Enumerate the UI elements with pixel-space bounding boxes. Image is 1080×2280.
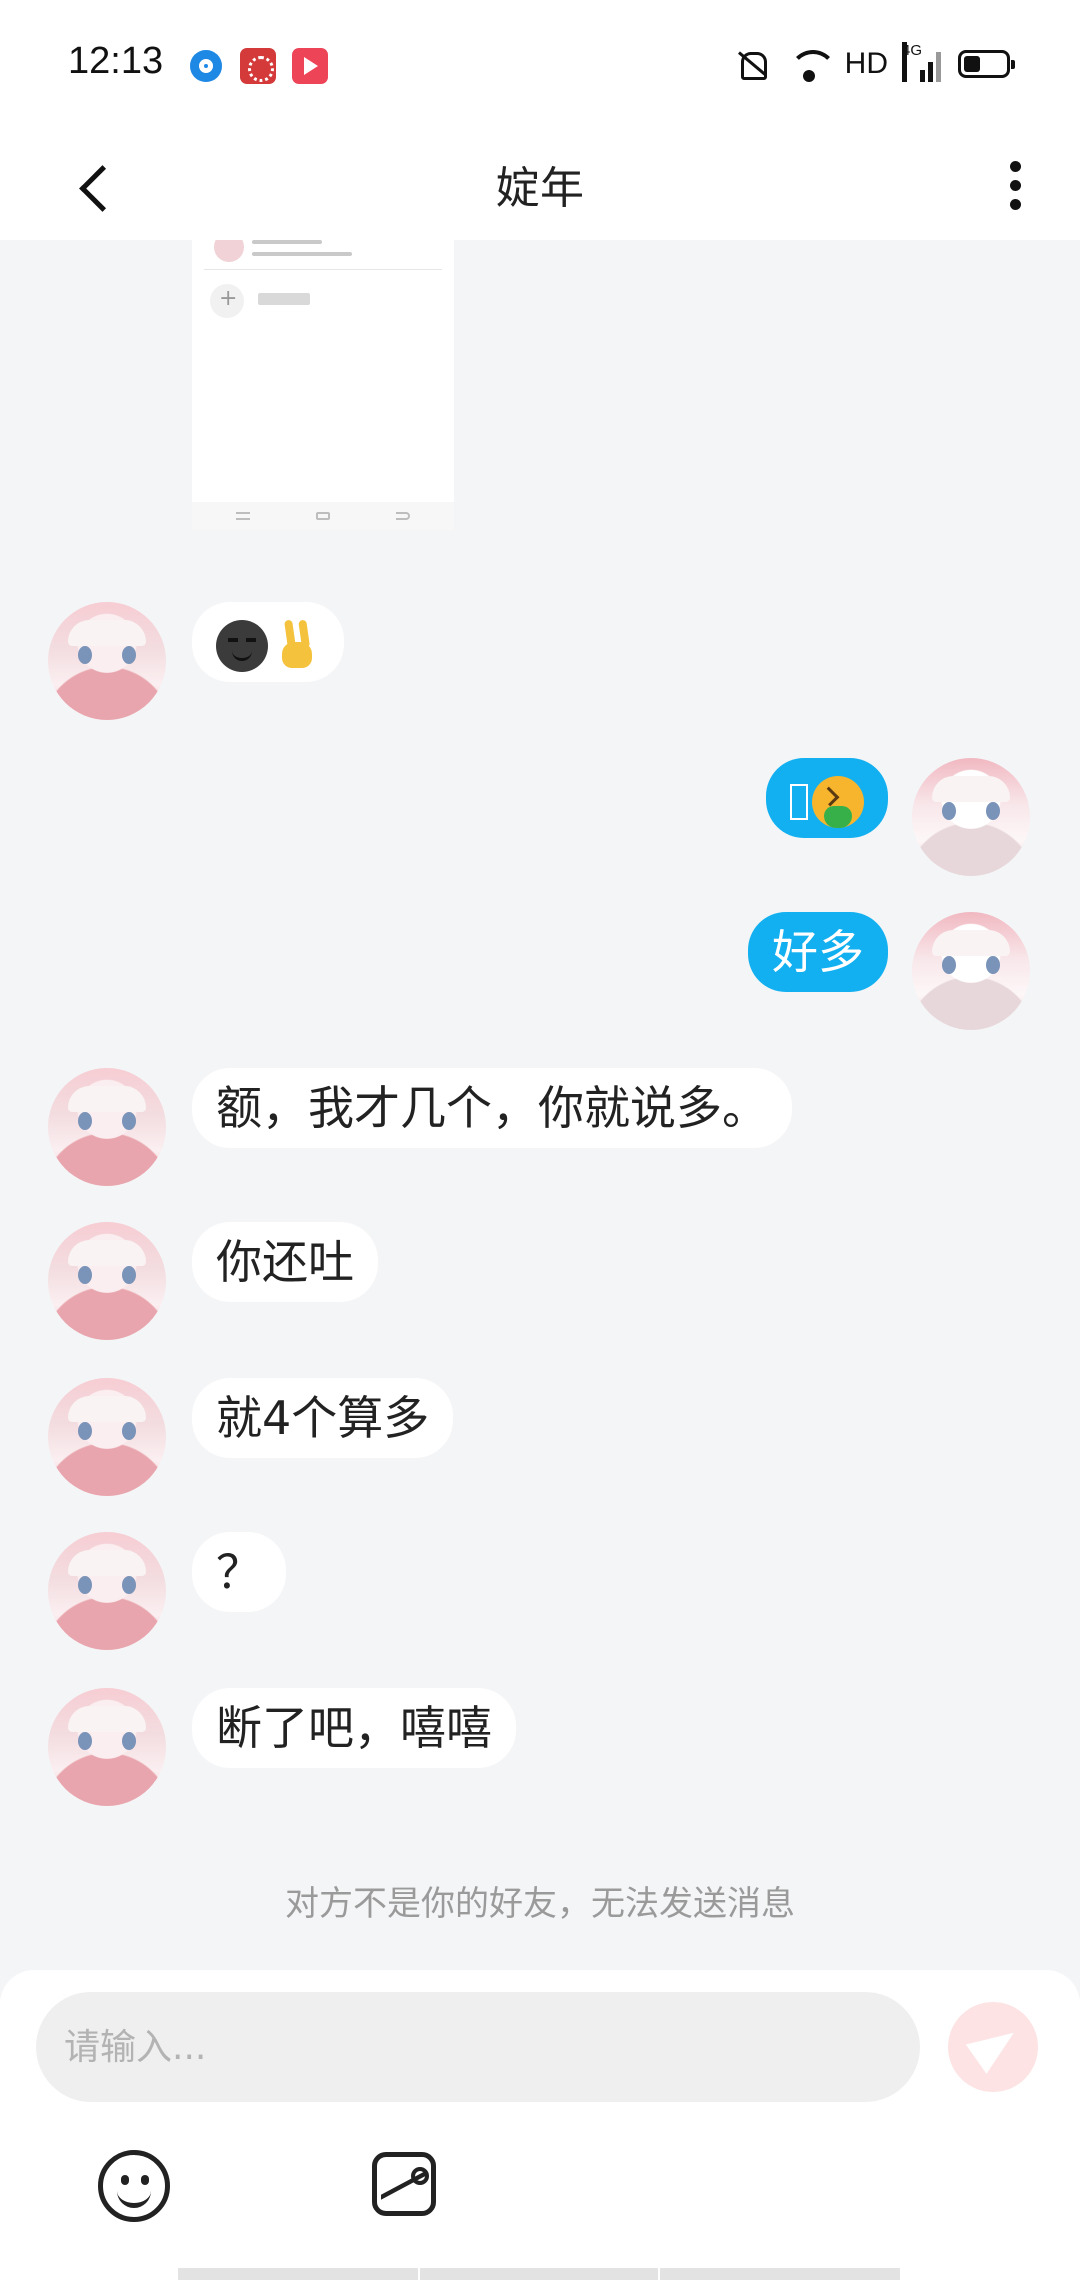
smirk-emoji [216, 619, 268, 672]
not-friend-notice: 对方不是你的好友，无法发送消息 [285, 1884, 795, 1924]
message-bubble[interactable]: 额，我才几个，你就说多。 [192, 1068, 792, 1148]
wifi-icon [787, 46, 837, 82]
contact-avatar[interactable] [48, 1378, 166, 1496]
message-bubble[interactable] [192, 602, 344, 682]
status-time: 12:13 [68, 40, 164, 82]
network-label: HD [844, 47, 888, 80]
bottom-indicator [178, 2268, 418, 2280]
bottom-indicator [420, 2268, 658, 2280]
chat-title: 婝年 [496, 163, 584, 214]
missing-glyph [790, 783, 808, 820]
my-avatar[interactable] [912, 912, 1030, 1030]
message-bubble[interactable]: 就4个算多 [192, 1378, 454, 1458]
bottom-indicator [660, 2268, 900, 2280]
my-message-bubble[interactable]: 好多 [748, 912, 888, 992]
network-type: 4G [902, 42, 922, 82]
battery-icon [958, 50, 1015, 78]
status-icons: HD 4G [729, 42, 1015, 84]
contact-avatar[interactable] [48, 1068, 166, 1186]
shared-screenshot-image[interactable] [192, 240, 454, 530]
app-notification-icon [292, 48, 328, 84]
chat-header: 婝年 [0, 130, 1080, 240]
my-message-bubble[interactable] [766, 758, 888, 838]
more-vertical-icon [1010, 161, 1021, 172]
send-button[interactable] [948, 2002, 1038, 2092]
message-bubble[interactable]: ？ [192, 1532, 286, 1612]
contact-avatar[interactable] [48, 1222, 166, 1340]
message-bubble[interactable]: 断了吧，嘻嘻 [192, 1688, 516, 1768]
victory-hand-emoji [276, 620, 320, 672]
message-list[interactable]: 好多 额，我才几个，你就说多。 你还吐 就4个算多 ？ 断了吧，嘻嘻 对方不是你… [0, 240, 1080, 1970]
vomiting-face-emoji [812, 775, 864, 828]
message-input[interactable] [36, 1992, 920, 2102]
message-bubble[interactable]: 你还吐 [192, 1222, 378, 1302]
signal-icon: 4G [902, 42, 944, 82]
contact-avatar[interactable] [48, 1532, 166, 1650]
mute-icon [729, 46, 773, 82]
contact-avatar[interactable] [48, 1688, 166, 1806]
input-panel [0, 1970, 1080, 2280]
contact-avatar[interactable] [48, 602, 166, 720]
image-button[interactable] [372, 2152, 436, 2216]
app-notification-icon [190, 50, 222, 82]
app-notification-icon [240, 48, 276, 84]
status-bar: 12:13 HD 4G [0, 0, 1080, 130]
emoji-button[interactable] [98, 2150, 170, 2222]
my-avatar[interactable] [912, 758, 1030, 876]
more-options-button[interactable] [980, 142, 1050, 228]
